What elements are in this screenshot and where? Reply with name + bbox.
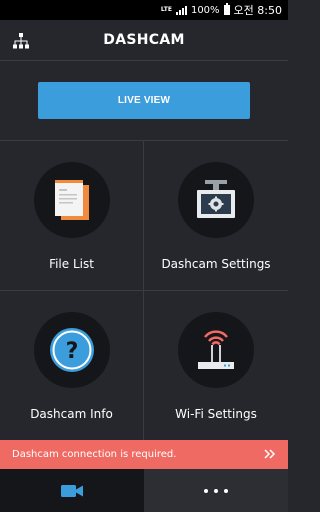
- notice-text: Dashcam connection is required.: [12, 449, 177, 460]
- status-bar: LTE 100% 오전 8:50: [0, 0, 288, 20]
- menu-item-dashcam-settings[interactable]: Dashcam Settings: [144, 141, 288, 291]
- menu-item-file-list[interactable]: File List: [0, 141, 144, 291]
- network-indicator: LTE: [161, 7, 172, 13]
- double-chevron-right-icon[interactable]: [264, 448, 276, 460]
- icon-circle: [178, 312, 254, 388]
- menu-item-label: File List: [49, 257, 94, 271]
- svg-text:?: ?: [65, 339, 78, 364]
- signal-icon: [175, 5, 187, 15]
- menu-item-label: Wi-Fi Settings: [175, 407, 257, 421]
- battery-percent: 100%: [190, 4, 220, 16]
- live-view-button[interactable]: LIVE VIEW: [38, 82, 250, 119]
- app-header: DASHCAM: [0, 20, 288, 61]
- menu-item-wifi-settings[interactable]: Wi-Fi Settings: [144, 291, 288, 441]
- connection-notice[interactable]: Dashcam connection is required.: [0, 440, 288, 469]
- menu-grid: File List Dashcam Settings ? Dashcam Inf…: [0, 140, 288, 441]
- icon-circle: [33, 162, 110, 238]
- app-screen: LTE 100% 오전 8:50 DASHCAM LIVE VIEW File …: [0, 0, 288, 512]
- page-title: DASHCAM: [103, 32, 185, 48]
- question-icon: ?: [49, 328, 94, 372]
- more-dots-icon: [204, 488, 228, 493]
- video-camera-icon: [61, 484, 83, 497]
- wifi-router-icon: [198, 330, 234, 369]
- icon-circle: [178, 162, 254, 238]
- sitemap-icon[interactable]: [12, 33, 30, 49]
- icon-circle: ?: [33, 312, 110, 388]
- menu-item-label: Dashcam Info: [30, 407, 113, 421]
- clock: 오전 8:50: [233, 4, 282, 17]
- file-list-icon: [54, 180, 89, 220]
- tab-more[interactable]: [144, 469, 288, 512]
- menu-item-dashcam-info[interactable]: ? Dashcam Info: [0, 291, 144, 441]
- bottom-tab-bar: [0, 469, 288, 512]
- menu-item-label: Dashcam Settings: [161, 257, 271, 271]
- tab-dashcam[interactable]: [0, 469, 144, 512]
- network-type: LTE: [160, 6, 172, 13]
- dashcam-settings-icon: [197, 180, 235, 218]
- battery-icon: [223, 3, 230, 15]
